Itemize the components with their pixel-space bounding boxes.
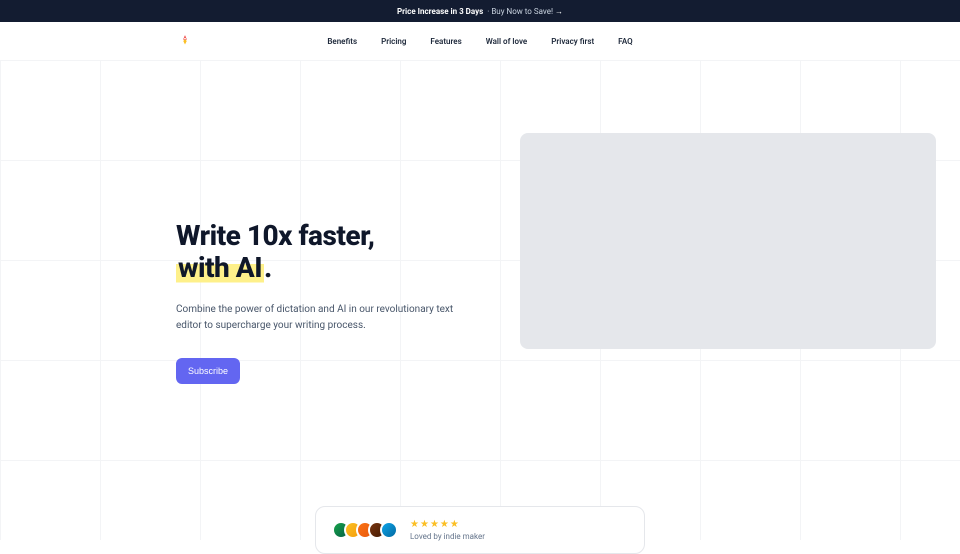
star-icon: ★ [440, 519, 449, 530]
hero-title-highlight: with AI [176, 251, 264, 284]
banner-bold-text: Price Increase in 3 Days [397, 7, 483, 16]
star-icon: ★ [430, 519, 439, 530]
hero-title-period: . [264, 251, 272, 284]
nav-privacy[interactable]: Privacy first [551, 37, 594, 46]
main-nav: Benefits Pricing Features Wall of love P… [327, 37, 632, 46]
hero-subtitle: Combine the power of dictation and AI in… [176, 302, 456, 334]
subscribe-button[interactable]: Subscribe [176, 358, 240, 384]
header: Benefits Pricing Features Wall of love P… [0, 22, 960, 60]
arrow-right-icon: → [555, 7, 563, 16]
star-rating: ★ ★ ★ ★ ★ [410, 519, 485, 530]
star-icon: ★ [420, 519, 429, 530]
hero-title-line1: Write 10x faster, [176, 219, 374, 252]
nav-wall-of-love[interactable]: Wall of love [486, 37, 528, 46]
nav-benefits[interactable]: Benefits [327, 37, 357, 46]
hero-title: Write 10x faster, with AI. [176, 220, 496, 284]
nav-faq[interactable]: FAQ [618, 37, 632, 46]
logo-rocket-icon[interactable] [178, 34, 192, 48]
star-icon: ★ [450, 519, 459, 530]
nav-features[interactable]: Features [430, 37, 461, 46]
hero-video-placeholder[interactable] [520, 133, 936, 349]
promo-banner[interactable]: Price Increase in 3 Days · Buy Now to Sa… [0, 0, 960, 22]
banner-text: · Buy Now to Save! [487, 7, 553, 16]
social-proof-card: ★ ★ ★ ★ ★ Loved by indie maker [315, 506, 645, 554]
star-icon: ★ [410, 519, 419, 530]
avatar [380, 521, 398, 539]
avatar-stack [332, 521, 398, 539]
nav-pricing[interactable]: Pricing [381, 37, 406, 46]
